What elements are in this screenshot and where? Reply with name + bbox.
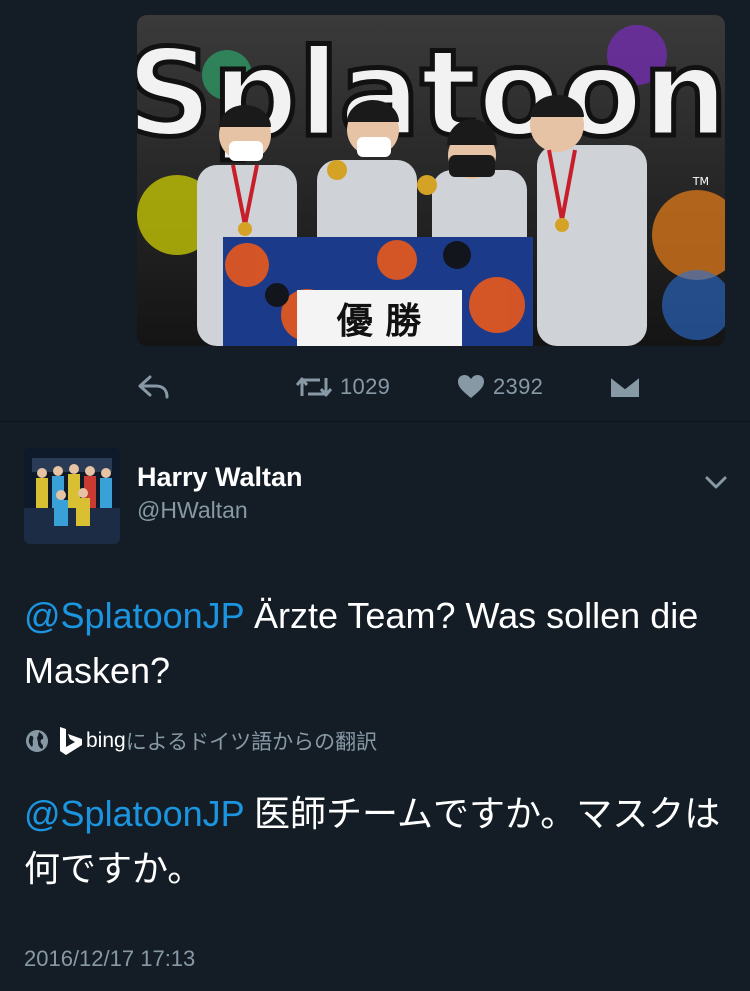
tweet-photo[interactable]: Splatoon TM 優 勝: [137, 15, 725, 346]
tweet-text: @SplatoonJP Ärzte Team? Was sollen die M…: [24, 588, 724, 698]
retweet-count: 1029: [340, 374, 391, 399]
tweet-action-bar: 1029 2392: [0, 362, 750, 412]
tweet-timestamp: 2016/12/17 17:13: [24, 946, 196, 971]
chevron-down-icon[interactable]: [704, 472, 728, 492]
tweet-photo-image: Splatoon TM 優 勝: [137, 15, 725, 346]
display-name[interactable]: Harry Waltan: [137, 462, 303, 493]
envelope-icon: [610, 376, 640, 397]
translation-provider: bing: [86, 729, 126, 752]
translated-mention-link[interactable]: @SplatoonJP: [24, 793, 244, 834]
avatar[interactable]: [24, 448, 120, 544]
like-count: 2392: [493, 374, 544, 399]
like-button[interactable]: 2392: [457, 362, 543, 412]
photo-trophy-text: 優 勝: [336, 301, 423, 342]
retweet-button[interactable]: 1029: [296, 362, 390, 412]
tweet-divider: [0, 421, 750, 422]
bing-logo-icon: [60, 727, 82, 755]
heart-icon: [458, 375, 484, 398]
direct-message-button[interactable]: [610, 362, 640, 412]
reply-button[interactable]: [138, 362, 170, 412]
translation-attribution: bing によるドイツ語からの翻訳: [24, 724, 377, 758]
reply-arrow-icon: [138, 375, 169, 399]
retweet-icon: [296, 377, 332, 397]
translation-note: によるドイツ語からの翻訳: [125, 731, 378, 754]
user-handle[interactable]: @HWaltan: [137, 497, 248, 524]
mention-link[interactable]: @SplatoonJP: [24, 595, 244, 636]
globe-icon: [26, 730, 48, 752]
avatar-image: [24, 448, 120, 544]
translated-text: @SplatoonJP 医師チームですか。マスクは何ですか。: [24, 786, 724, 896]
photo-trademark: TM: [692, 175, 709, 188]
